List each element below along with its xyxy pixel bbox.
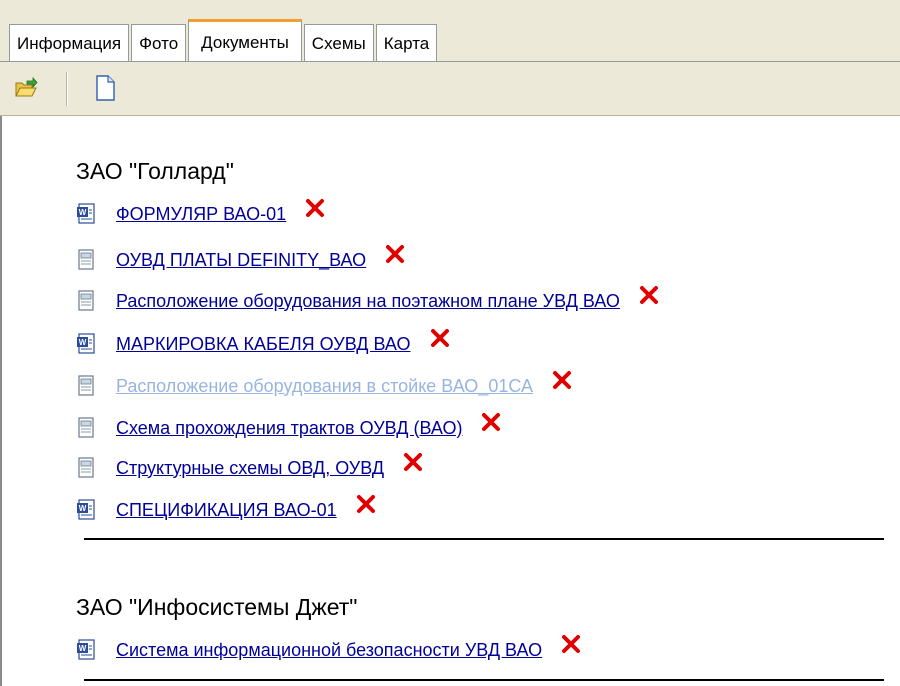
- document-link[interactable]: Расположение оборудования на поэтажном п…: [116, 291, 620, 312]
- document-row: ОУВД ПЛАТЫ DEFINITY_ВАО: [76, 245, 406, 275]
- group-divider: [84, 538, 884, 540]
- document-row: Расположение оборудования на поэтажном п…: [76, 286, 660, 316]
- open-folder-icon: [15, 77, 38, 97]
- tab-map[interactable]: Карта: [375, 24, 438, 62]
- delete-icon[interactable]: [638, 284, 660, 306]
- word-doc-icon: W: [77, 203, 95, 224]
- delete-icon[interactable]: [429, 327, 451, 349]
- document-link[interactable]: Структурные схемы ОВД, ОУВД: [116, 458, 384, 479]
- svg-text:W: W: [79, 644, 87, 653]
- document-row: W СПЕЦИФИКАЦИЯ ВАО-01: [76, 495, 377, 525]
- tab-documents[interactable]: Документы: [188, 19, 302, 63]
- svg-text:W: W: [79, 338, 87, 347]
- tab-information[interactable]: Информация: [9, 24, 130, 62]
- document-link[interactable]: МАРКИРОВКА КАБЕЛЯ ОУВД ВАО: [116, 334, 411, 355]
- tab-photo[interactable]: Фото: [131, 24, 187, 62]
- documents-window: Информация Фото Документы Схемы Карта ЗА…: [0, 0, 900, 686]
- delete-icon[interactable]: [384, 243, 406, 265]
- document-link[interactable]: ФОРМУЛЯР ВАО-01: [116, 204, 286, 225]
- new-document-icon: [96, 75, 115, 101]
- document-row: W Система информационной безопасности УВ…: [76, 635, 582, 665]
- svg-text:W: W: [79, 504, 87, 513]
- group-title: ЗАО "Голлард": [76, 158, 234, 184]
- word-doc-icon: W: [77, 333, 95, 354]
- generic-doc-icon: [78, 249, 94, 270]
- delete-icon[interactable]: [551, 369, 573, 391]
- group-title: ЗАО "Инфосистемы Джет": [76, 594, 358, 620]
- document-row: Структурные схемы ОВД, ОУВД: [76, 453, 424, 483]
- group-divider: [84, 679, 884, 681]
- generic-doc-icon: [78, 457, 94, 478]
- new-document-button[interactable]: [91, 74, 119, 102]
- delete-icon[interactable]: [560, 633, 582, 655]
- document-link[interactable]: СПЕЦИФИКАЦИЯ ВАО-01: [116, 500, 337, 521]
- document-row: Расположение оборудования в стойке ВАО_0…: [76, 371, 573, 401]
- document-link[interactable]: Система информационной безопасности УВД …: [116, 640, 542, 661]
- document-row: Схема прохождения трактов ОУВД (ВАО): [76, 413, 502, 443]
- document-link[interactable]: Расположение оборудования в стойке ВАО_0…: [116, 376, 533, 397]
- tab-list: Информация Фото Документы Схемы Карта: [9, 18, 439, 63]
- tab-strip: Информация Фото Документы Схемы Карта: [0, 0, 900, 63]
- delete-icon[interactable]: [480, 411, 502, 433]
- toolbar: [0, 62, 900, 116]
- toolbar-separator: [66, 72, 67, 106]
- word-doc-icon: W: [77, 499, 95, 520]
- document-link[interactable]: ОУВД ПЛАТЫ DEFINITY_ВАО: [116, 250, 366, 271]
- delete-icon[interactable]: [304, 197, 326, 219]
- open-folder-button[interactable]: [12, 74, 40, 102]
- document-row: W МАРКИРОВКА КАБЕЛЯ ОУВД ВАО: [76, 329, 451, 359]
- generic-doc-icon: [78, 290, 94, 311]
- delete-icon[interactable]: [402, 451, 424, 473]
- svg-text:W: W: [79, 208, 87, 217]
- delete-icon[interactable]: [355, 493, 377, 515]
- document-link[interactable]: Схема прохождения трактов ОУВД (ВАО): [116, 418, 462, 439]
- generic-doc-icon: [78, 417, 94, 438]
- tab-schemes[interactable]: Схемы: [303, 24, 374, 62]
- document-row: W ФОРМУЛЯР ВАО-01: [76, 199, 326, 229]
- generic-doc-icon: [78, 375, 94, 396]
- word-doc-icon: W: [77, 639, 95, 660]
- documents-panel: ЗАО "Голлард" W ФОРМУЛЯР ВАО-01 ОУВД ПЛА…: [0, 116, 900, 686]
